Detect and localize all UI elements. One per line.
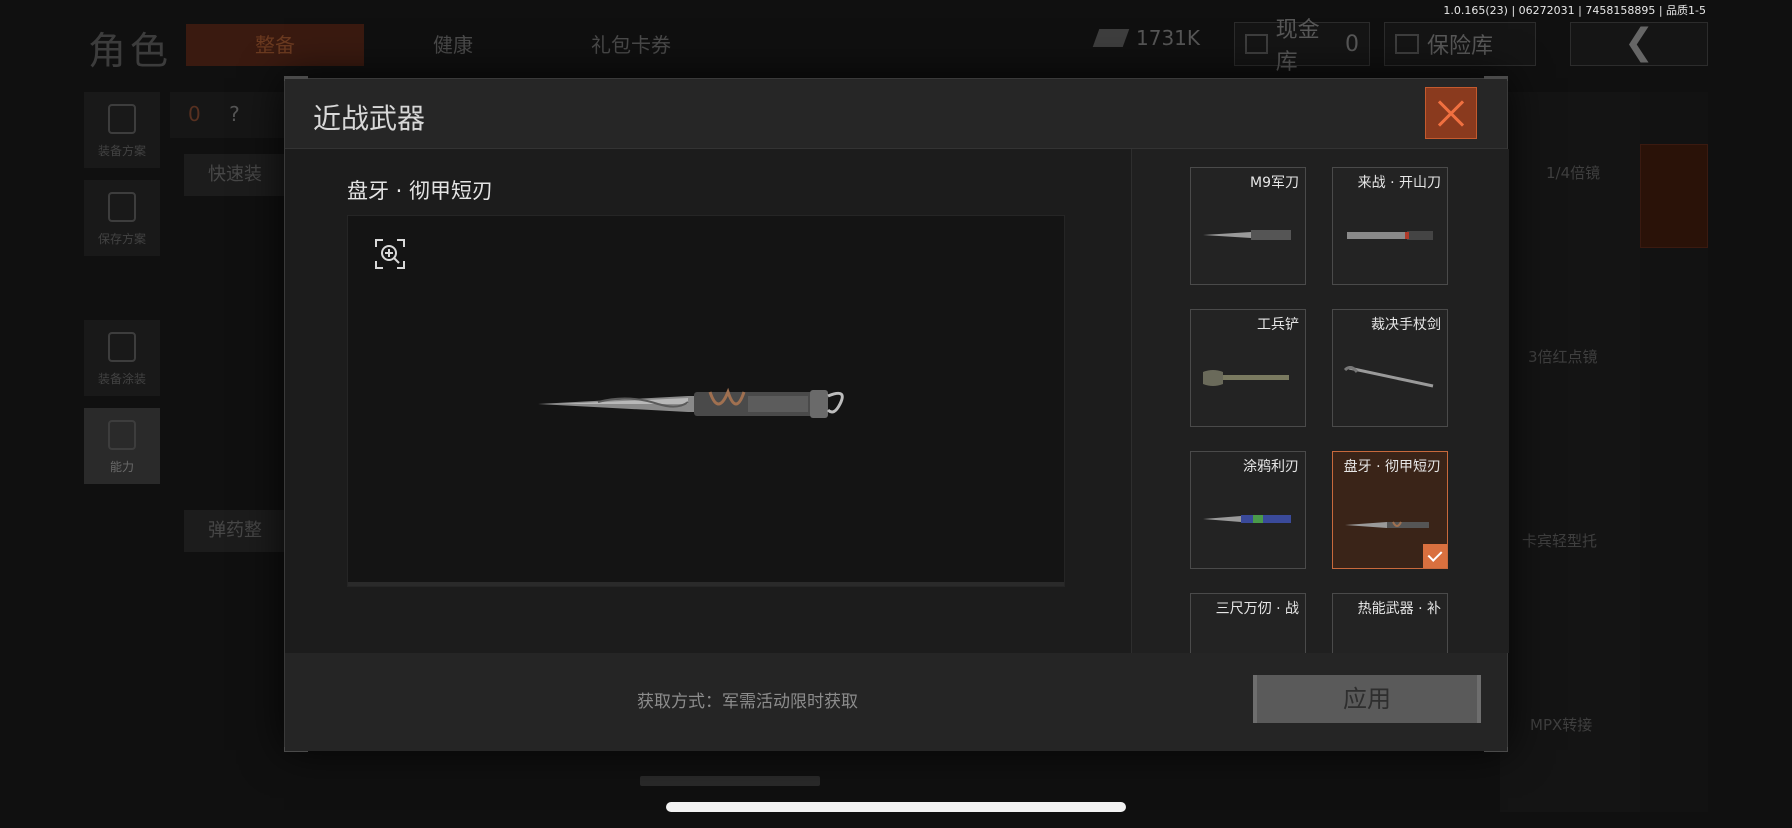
modal-footer: 获取方式：军需活动限时获取 应用 [285,653,1507,751]
bayonet-icon [1203,230,1291,240]
help-icon[interactable]: ? [229,102,240,126]
card-label: 工兵铲 [1257,317,1299,333]
weapon-card-m9[interactable]: M9军刀 [1190,167,1306,285]
quick-equip-button[interactable]: 快速装 [184,154,284,196]
card-label: 涂鸦利刃 [1243,459,1299,475]
character-title: 角色 [88,29,173,73]
cash-vault-button[interactable]: 现金库 0 [1234,18,1370,75]
insurance-label: 保险库 [1427,34,1494,59]
card-label: 盘牙 · 彻甲短刃 [1343,459,1441,475]
weapon-card-sword[interactable]: 三尺万仞 · 战 [1190,593,1306,653]
attachment-label: MPX转接 [1530,716,1593,734]
acquire-method-text: 获取方式：军需活动限时获取 [637,692,858,712]
modal-header: 近战武器 [285,79,1507,149]
check-icon [1423,544,1447,568]
melee-weapon-modal: 近战武器 盘牙 · 彻甲短刃 M9军刀 来战 · 开山刀 工兵铲 裁决手杖剑 涂… [284,76,1509,752]
shovel-icon [1203,370,1289,386]
modal-title: 近战武器 [313,102,426,135]
loadout-count: 0 ? [170,92,290,138]
weapon-preview[interactable] [347,215,1065,587]
left-nav: 装备方案 保存方案 装备涂装 能力 [84,92,160,496]
back-button[interactable]: ❮ [1570,22,1708,66]
nav-label: 装备涂装 [97,372,146,386]
tab-equip[interactable]: 整备 [186,24,364,66]
attachment-label: 3倍红点镜 [1528,348,1598,366]
close-icon[interactable] [1425,87,1477,139]
weapon-card-machete[interactable]: 来战 · 开山刀 [1332,167,1448,285]
insurance-vault-button[interactable]: 保险库 [1384,22,1536,66]
tab-health[interactable]: 健康 [364,24,542,66]
weapon-card-cane-sword[interactable]: 裁决手杖剑 [1332,309,1448,427]
version-label: 1.0.165(23) | 06272031 | 7458158895 | 品质… [1443,4,1706,17]
card-label: 热能武器 · 补 [1357,601,1441,617]
equipped-knife-thumb [640,776,820,786]
zoom-in-icon[interactable] [374,238,406,270]
nav-label: 能力 [109,460,134,474]
backpack-count: 0 [188,102,201,126]
cash-vault-label: 现金库 [1275,18,1320,75]
weapon-grid: M9军刀 来战 · 开山刀 工兵铲 裁决手杖剑 涂鸦利刃 盘牙 · 彻甲短刃 三… [1131,149,1509,653]
machete-icon [1347,231,1433,240]
attachment-column: 1/4倍镜 3倍红点镜 卡宾轻型托 MPX转接 [1500,92,1640,812]
graffiti-blade-icon [1203,515,1291,523]
weapon-card-twisted-dagger[interactable]: 盘牙 · 彻甲短刃 [1332,451,1448,569]
download-icon [108,192,136,222]
lightning-icon [108,420,136,450]
home-indicator[interactable] [666,802,1126,812]
right-nav-selected[interactable] [1640,144,1708,248]
weapon-card-graffiti-blade[interactable]: 涂鸦利刃 [1190,451,1306,569]
card-label: 三尺万仞 · 战 [1215,601,1299,617]
weapon-card-thermal[interactable]: 热能武器 · 补 [1332,593,1448,653]
card-label: 来战 · 开山刀 [1357,175,1441,191]
money-display: 1731K [1092,26,1201,50]
cane-sword-icon [1343,366,1434,388]
right-nav [1640,92,1708,812]
ammo-button[interactable]: 弹药整 [184,510,284,552]
nav-skins[interactable]: 装备涂装 [84,320,160,396]
vest-icon [108,104,136,134]
nav-save-plan[interactable]: 保存方案 [84,180,160,256]
nav-label: 保存方案 [97,232,146,246]
nav-label: 装备方案 [97,144,146,158]
insurance-icon [1395,34,1419,54]
weapon-card-shovel[interactable]: 工兵铲 [1190,309,1306,427]
nav-loadout-plan[interactable]: 装备方案 [84,92,160,168]
apply-button[interactable]: 应用 [1253,675,1481,723]
nav-ability[interactable]: 能力 [84,408,160,484]
game-screen: 1.0.165(23) | 06272031 | 7458158895 | 品质… [0,0,1792,828]
top-tabs: 整备 健康 礼包卡券 [186,24,720,66]
card-label: M9军刀 [1250,175,1299,191]
tab-gift-coupons[interactable]: 礼包卡券 [542,24,720,66]
money-value: 1731K [1136,26,1201,50]
selected-weapon-name: 盘牙 · 彻甲短刃 [347,179,494,203]
cash-vault-count: 0 [1345,31,1359,57]
vault-icon [1245,34,1268,54]
attachment-label: 1/4倍镜 [1546,164,1601,182]
twisted-dagger-image [538,387,844,418]
money-icon [1092,29,1130,47]
helmet-icon [108,332,136,362]
attachment-label: 卡宾轻型托 [1522,532,1598,550]
twisted-dagger-icon [1345,521,1429,528]
card-label: 裁决手杖剑 [1371,317,1441,333]
